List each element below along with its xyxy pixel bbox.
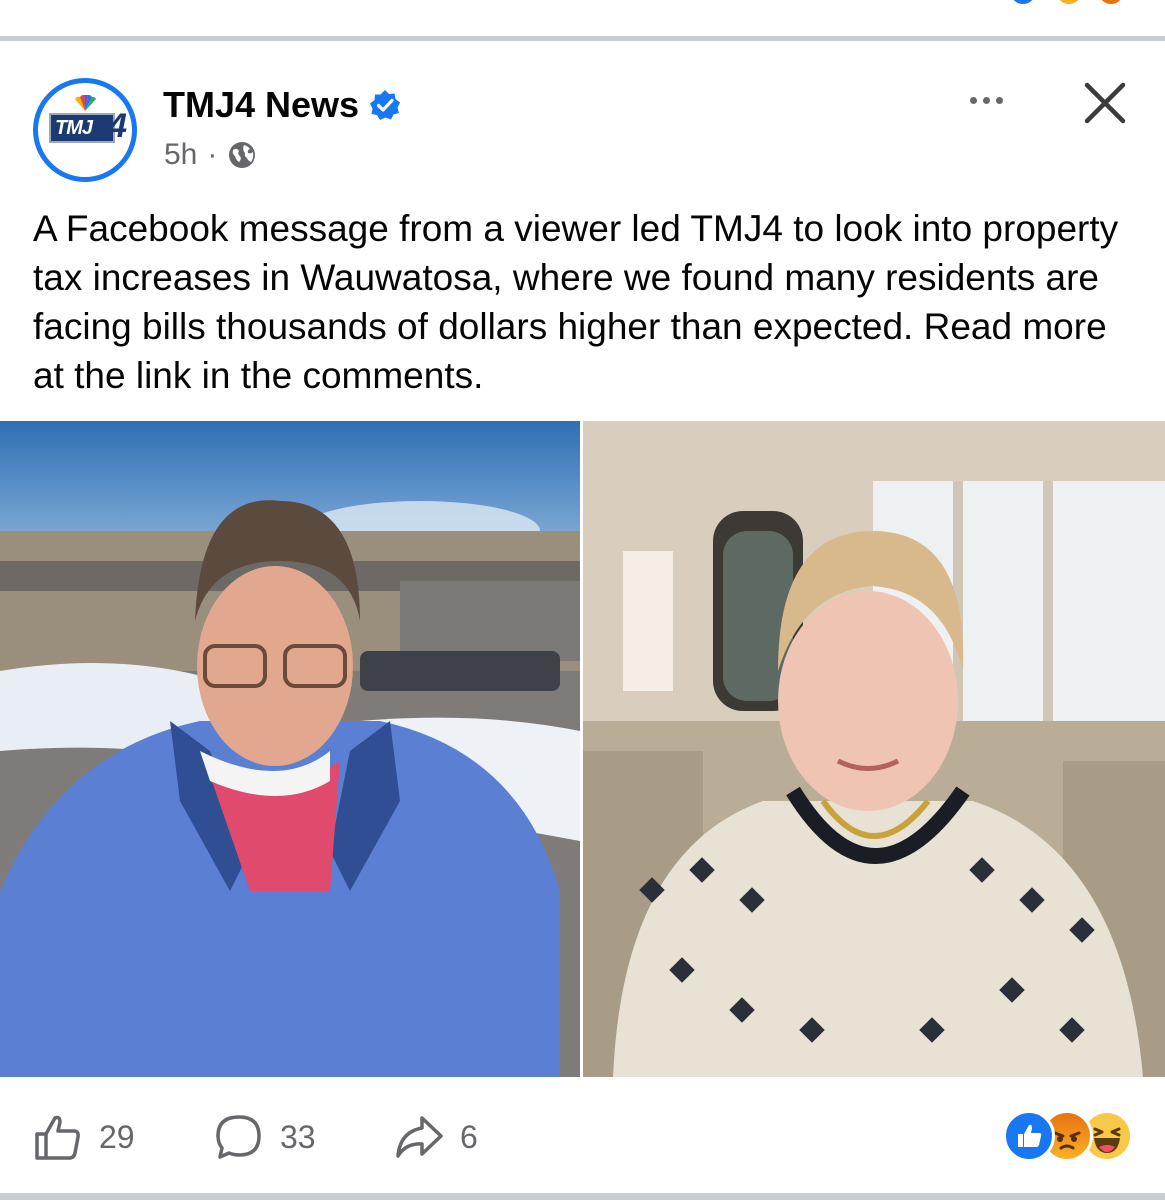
logo-number: 4 bbox=[108, 107, 127, 145]
post-timestamp[interactable]: 5h bbox=[164, 138, 197, 172]
share-arrow-icon bbox=[396, 1116, 443, 1158]
page-name-row: TMJ4 News bbox=[163, 84, 401, 126]
prev-angry-reaction-icon bbox=[1100, 0, 1122, 4]
dot-icon bbox=[982, 96, 990, 104]
more-options-button[interactable] bbox=[960, 80, 1012, 120]
verified-badge-icon bbox=[370, 90, 401, 120]
post-photo-right[interactable] bbox=[583, 421, 1165, 1077]
logo-text: TMJ bbox=[49, 113, 115, 143]
share-count: 6 bbox=[460, 1118, 478, 1155]
thumbs-up-icon bbox=[35, 1115, 80, 1160]
dot-icon bbox=[969, 96, 977, 104]
page-name[interactable]: TMJ4 News bbox=[163, 84, 359, 126]
bottom-divider bbox=[0, 1193, 1165, 1200]
like-count: 29 bbox=[99, 1118, 135, 1155]
post-action-bar: 29 33 6 bbox=[0, 1098, 1165, 1178]
previous-post-fragment bbox=[0, 0, 1165, 38]
page-avatar[interactable]: TMJ 4 bbox=[33, 78, 137, 182]
meta-separator: · bbox=[207, 138, 218, 171]
post-meta: 5h · bbox=[164, 138, 257, 172]
share-button[interactable]: 6 bbox=[394, 1112, 478, 1162]
prev-haha-reaction-icon bbox=[1058, 0, 1080, 4]
photo-woman-outdoors bbox=[0, 421, 580, 1077]
close-icon[interactable] bbox=[1078, 76, 1132, 130]
reactions-summary[interactable] bbox=[1003, 1110, 1138, 1162]
comment-button[interactable]: 33 bbox=[214, 1112, 316, 1162]
like-reaction-icon bbox=[1003, 1110, 1055, 1162]
nbc-peacock-icon bbox=[75, 95, 96, 111]
post-message: A Facebook message from a viewer led TMJ… bbox=[33, 208, 1119, 396]
like-button[interactable]: 29 bbox=[33, 1112, 135, 1162]
post-divider bbox=[0, 36, 1165, 41]
tmj4-logo: TMJ 4 bbox=[49, 95, 127, 147]
dot-icon bbox=[995, 96, 1003, 104]
photo-woman-indoors bbox=[583, 421, 1165, 1077]
comment-count: 33 bbox=[280, 1118, 316, 1155]
comment-icon bbox=[216, 1115, 261, 1159]
globe-icon bbox=[229, 142, 256, 168]
prev-like-reaction-icon bbox=[1012, 0, 1034, 4]
post-photo-left[interactable] bbox=[0, 421, 580, 1077]
